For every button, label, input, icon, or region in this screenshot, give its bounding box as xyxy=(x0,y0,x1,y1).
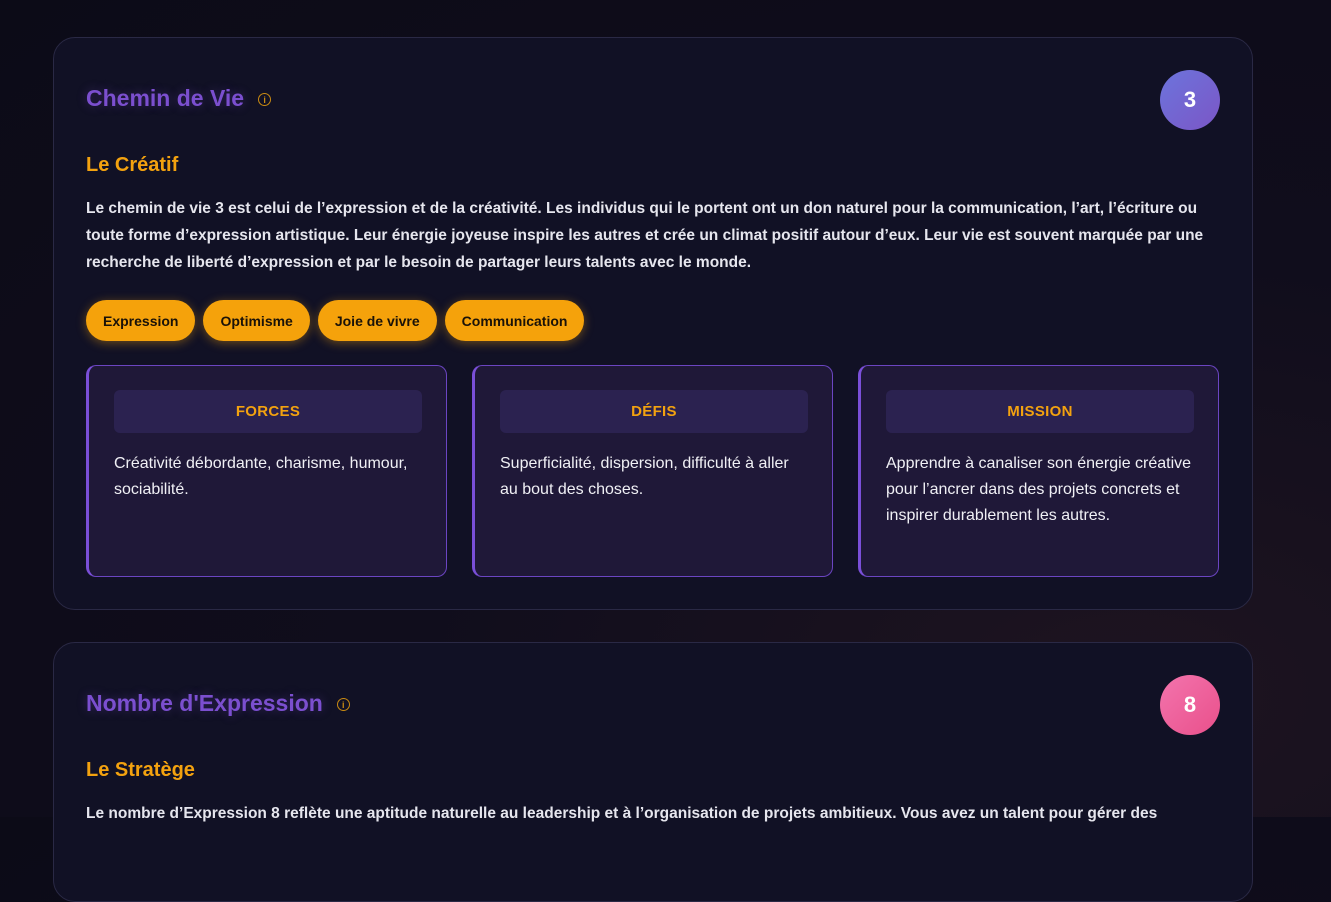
tag-optimisme[interactable]: Optimisme xyxy=(203,300,310,341)
expression-number-card: Nombre d'Expression i 8 Le Stratège Le n… xyxy=(53,642,1253,902)
mission-text: Apprendre à canaliser son énergie créati… xyxy=(886,455,1192,524)
expression-description: Le nombre d’Expression 8 reflète une apt… xyxy=(86,805,1158,822)
mission-panel: MISSION Apprendre à canaliser son énergi… xyxy=(858,365,1219,577)
tag-list: Expression Optimisme Joie de vivre Commu… xyxy=(86,300,585,341)
defis-text: Superficialité, dispersion, difficulté à… xyxy=(500,455,789,498)
life-path-number-badge: 3 xyxy=(1160,70,1220,130)
forces-panel: FORCES Créativité débordante, charisme, … xyxy=(86,365,447,577)
info-icon[interactable]: i xyxy=(258,93,272,106)
expression-subtitle: Le Stratège xyxy=(86,759,195,781)
tag-expression[interactable]: Expression xyxy=(86,300,196,341)
tag-communication[interactable]: Communication xyxy=(444,300,585,341)
life-path-title: Chemin de Vie xyxy=(86,85,245,111)
defis-panel: DÉFIS Superficialité, dispersion, diffic… xyxy=(472,365,833,577)
forces-text: Créativité débordante, charisme, humour,… xyxy=(114,455,408,498)
tag-joie-de-vivre[interactable]: Joie de vivre xyxy=(317,300,437,341)
card-title: Nombre d'Expression i xyxy=(86,690,350,717)
card-title: Chemin de Vie i xyxy=(86,85,272,112)
life-path-card: Chemin de Vie i 3 Le Créatif Le chemin d… xyxy=(53,37,1253,610)
info-icon[interactable]: i xyxy=(336,698,350,711)
mission-heading: MISSION xyxy=(886,390,1194,433)
defis-heading: DÉFIS xyxy=(500,390,808,433)
forces-heading: FORCES xyxy=(114,390,422,433)
life-path-description: Le chemin de vie 3 est celui de l’expres… xyxy=(86,200,1204,271)
expression-number-badge: 8 xyxy=(1160,675,1220,735)
expression-title: Nombre d'Expression xyxy=(86,690,323,716)
panels-row: FORCES Créativité débordante, charisme, … xyxy=(86,365,1219,577)
life-path-subtitle: Le Créatif xyxy=(86,154,179,176)
